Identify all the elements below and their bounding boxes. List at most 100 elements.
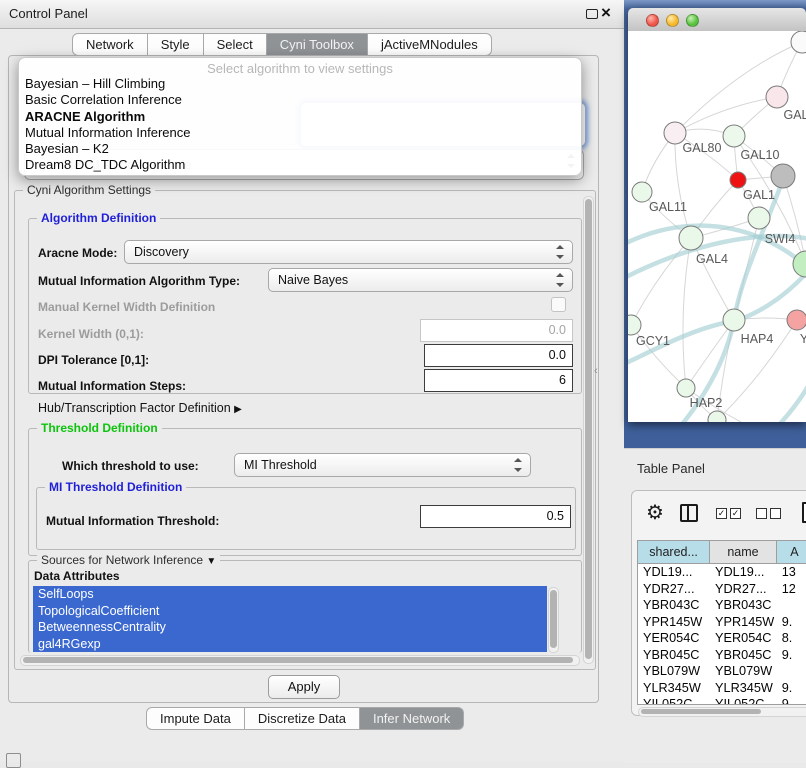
select-all-checkbox-icon[interactable]: ✓ [716,508,727,519]
node-label: HAP2 [690,396,723,410]
apply-button[interactable]: Apply [268,675,340,699]
attribute-label: BetweennessCentrality [38,620,166,634]
manual-kernel-width-checkbox[interactable] [551,297,566,312]
dropdown-item[interactable]: Mutual Information Inference [19,125,581,141]
network-graph[interactable]: GALGAL80GAL10GAL1GAL11GAL4SWI4YHAP4GCY1H… [628,31,806,422]
dropdown-item[interactable]: Basic Correlation Inference [19,92,581,108]
network-window-titlebar [628,8,806,32]
table-header-row: shared... name A [638,541,806,564]
graph-node[interactable] [679,226,703,250]
table-row[interactable]: YDR27... YDR27... 12 [638,581,806,598]
table-row[interactable]: YBL079W YBL079W [638,663,806,680]
tab[interactable]: jActiveMNodules [368,33,492,56]
table-panel-container: ⚙ ✓ ✓ shared... name A [631,490,806,716]
table-row[interactable]: YIL052C YIL052C 9. [638,696,806,704]
graph-node[interactable] [791,31,806,53]
table-panel: Table Panel ⚙ ✓ ✓ shared... name [624,448,806,763]
tab-label: Style [161,35,190,55]
network-canvas[interactable]: GALGAL80GAL10GAL1GAL11GAL4SWI4YHAP4GCY1H… [628,31,806,422]
attribute-item-selected[interactable]: SelfLoops [33,586,547,603]
attribute-item-selected[interactable]: TopologicalCoefficient [33,603,547,620]
column-header[interactable]: shared... [638,541,710,563]
dpi-tolerance-input[interactable]: 0.0 [424,344,573,367]
deselect-all-checkbox-icon[interactable] [770,508,781,519]
tab[interactable]: Network [72,33,148,56]
graph-node[interactable] [766,86,788,108]
graph-node[interactable] [723,309,745,331]
attribute-label: SelfLoops [38,587,94,601]
float-panel-icon[interactable] [586,9,598,19]
cell-name: YDL19... [710,564,777,581]
node-label: GAL11 [649,200,687,214]
dropdown-item[interactable]: Dream8 DC_TDC Algorithm [19,157,581,173]
cell-name: YDR27... [710,581,777,598]
table-row[interactable]: YDL19... YDL19... 13 [638,564,806,581]
dropdown-item[interactable]: Bayesian – K2 [19,141,581,157]
hub-definition-expander[interactable]: Hub/Transcription Factor Definition ▶ [38,401,242,415]
dropdown-item[interactable]: ARACNE Algorithm [19,109,581,125]
graph-node[interactable] [628,315,641,335]
graph-node[interactable] [771,164,795,188]
panel-splitter-grip[interactable]: ‹ [594,365,598,377]
column-header[interactable]: name [710,541,777,563]
node-label: GAL10 [741,148,780,162]
node-label: Y [800,332,806,346]
bottom-tab[interactable]: Impute Data [146,707,245,730]
graph-node[interactable] [730,172,746,188]
kernel-width-input[interactable]: 0.0 [420,319,573,342]
tab[interactable]: Cyni Toolbox [267,33,368,56]
dropdown-item[interactable]: Bayesian – Hill Climbing [19,76,581,92]
bottom-tab[interactable]: Infer Network [360,707,464,730]
graph-node[interactable] [632,182,652,202]
close-window-icon[interactable] [646,14,659,27]
attribute-item-selected[interactable]: gal4RGexp [33,636,547,653]
table-row[interactable]: YER054C YER054C 8. [638,630,806,647]
bottom-tab-label: Discretize Data [258,709,346,729]
graph-node[interactable] [708,411,726,422]
attribute-item-selected[interactable]: BetweennessCentrality [33,619,547,636]
manual-kernel-width-label: Manual Kernel Width Definition [38,300,215,314]
column-header[interactable]: A [777,541,806,563]
combo-arrows-icon [556,245,564,259]
deselect-all-checkbox-icon[interactable] [756,508,767,519]
aracne-mode-value: Discovery [134,245,189,259]
aracne-mode-select[interactable]: Discovery [124,240,573,264]
close-icon[interactable]: × [601,3,611,23]
tab[interactable]: Style [148,33,204,56]
select-all-checkbox-icon[interactable]: ✓ [730,508,741,519]
zoom-window-icon[interactable] [686,14,699,27]
dock-panel-icon[interactable] [6,753,21,768]
graph-node[interactable] [787,310,806,330]
new-table-icon[interactable] [802,502,806,523]
tab[interactable]: Select [204,33,267,56]
settings-horizontal-scrollbar[interactable] [20,655,580,666]
algorithm-definition-title: Algorithm Definition [37,211,160,225]
minimize-window-icon[interactable] [666,14,679,27]
columns-icon[interactable] [680,504,698,522]
graph-node[interactable] [748,207,770,229]
threshold-definition-title: Threshold Definition [37,421,162,435]
bottom-tab-label: Impute Data [160,709,231,729]
graph-node[interactable] [723,125,745,147]
graph-node[interactable] [677,379,695,397]
sources-title: Sources for Network Inference [41,553,203,567]
table-row[interactable]: YBR045C YBR045C 9. [638,647,806,664]
mi-steps-input[interactable]: 6 [424,369,573,392]
mi-threshold-input[interactable]: 0.5 [420,505,571,528]
which-threshold-select[interactable]: MI Threshold [234,453,531,477]
table-row[interactable]: YLR345W YLR345W 9. [638,680,806,697]
dropdown-item-label: Mutual Information Inference [25,125,190,140]
table-row[interactable]: YBR043C YBR043C [638,597,806,614]
bottom-tab[interactable]: Discretize Data [245,707,360,730]
sources-expander[interactable]: Sources for Network Inference ▼ [37,553,220,567]
mi-algorithm-type-select[interactable]: Naive Bayes [268,268,573,292]
settings-vertical-scrollbar[interactable] [583,196,594,664]
attribute-list-scrollbar[interactable] [548,587,559,653]
table-row[interactable]: YPR145W YPR145W 9. [638,614,806,631]
cell-shared-name: YBL079W [638,663,710,680]
table-horizontal-scrollbar[interactable] [638,707,806,717]
cell-value: 9. [777,696,806,704]
network-view-window: GALGAL80GAL10GAL1GAL11GAL4SWI4YHAP4GCY1H… [628,8,806,422]
gear-icon[interactable]: ⚙ [646,500,664,525]
tab-label: jActiveMNodules [381,35,478,55]
